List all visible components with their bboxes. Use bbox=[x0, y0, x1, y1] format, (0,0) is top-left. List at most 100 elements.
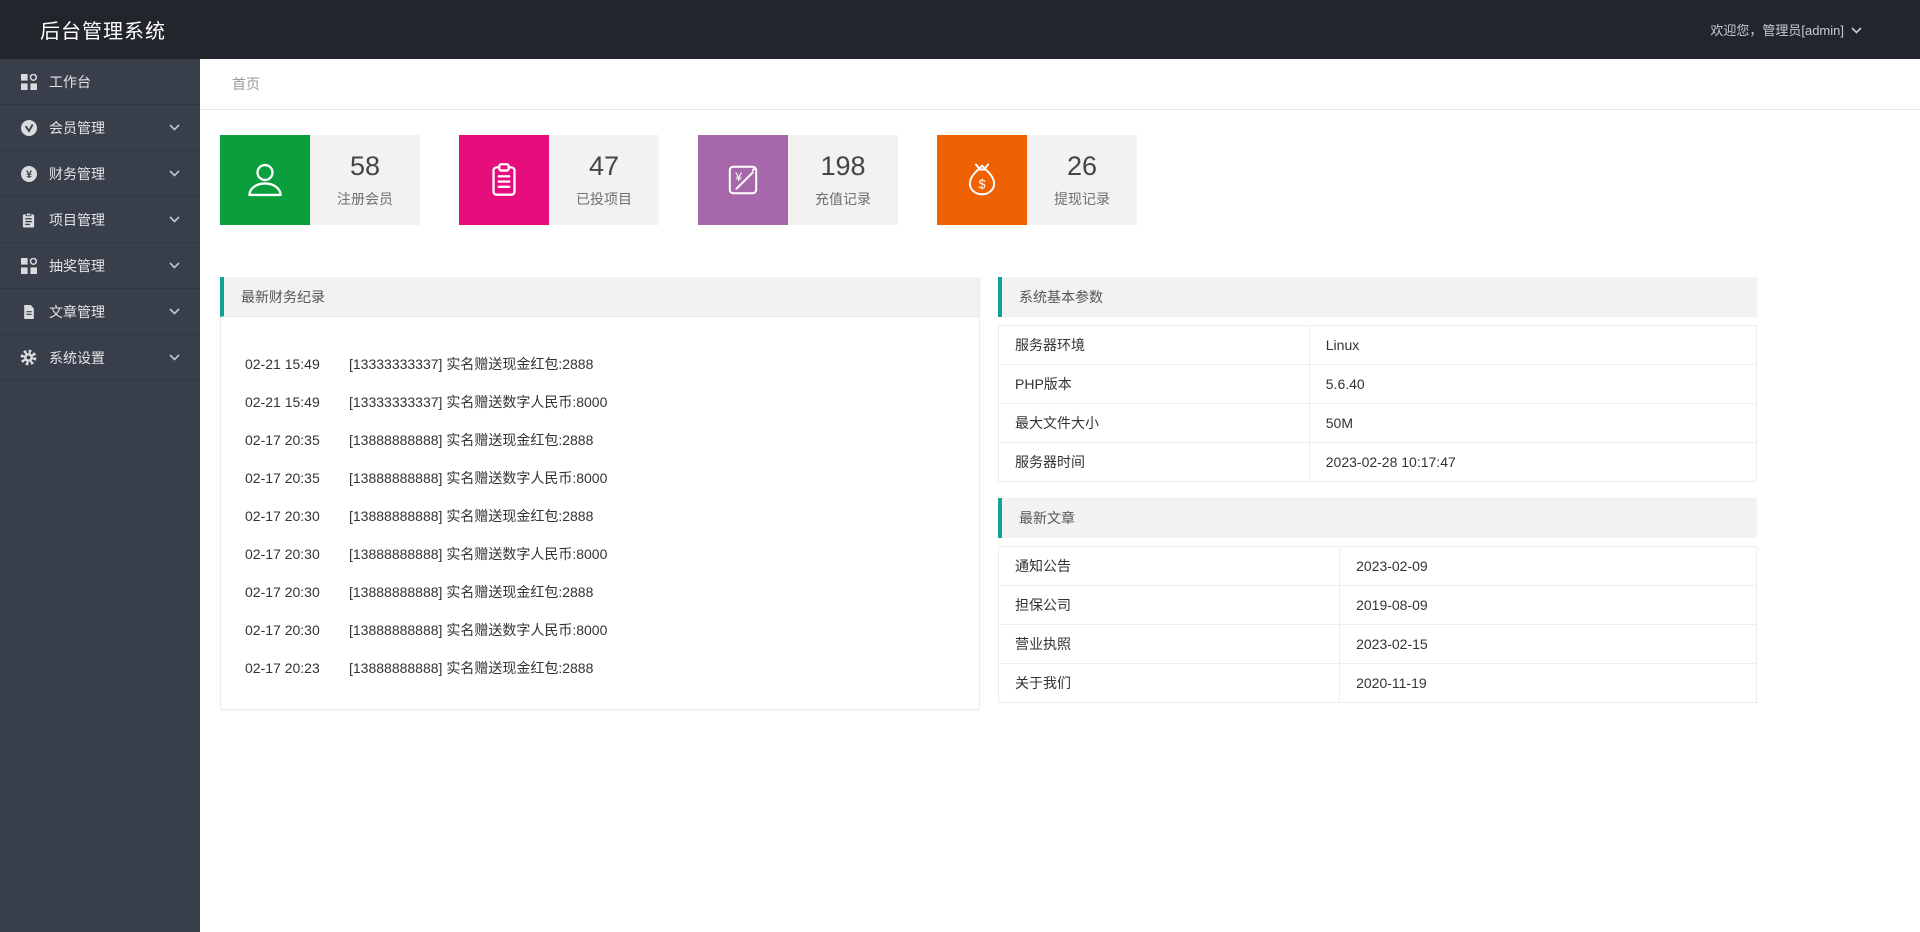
finance-record-row: 02-17 20:30 [13888888888] 实名赠送现金红包:2888 bbox=[221, 573, 979, 611]
finance-record-row: 02-17 20:30 [13888888888] 实名赠送数字人民币:8000 bbox=[221, 611, 979, 649]
record-time: 02-17 20:30 bbox=[245, 546, 320, 562]
record-time: 02-17 20:35 bbox=[245, 432, 320, 448]
top-bar: 后台管理系统 欢迎您，管理员[admin] bbox=[0, 0, 1920, 59]
main-content: 首页 58 注册会员 47 已投项目 ¥ 198 充值记录 $ 26 提现记录 … bbox=[200, 59, 1920, 932]
user-menu[interactable]: 欢迎您，管理员[admin] bbox=[1710, 20, 1920, 39]
record-text: [13888888888] 实名赠送数字人民币:8000 bbox=[349, 622, 608, 638]
panel-title: 最新财务纪录 bbox=[241, 288, 325, 305]
chevron-down-icon bbox=[169, 216, 180, 223]
stat-card-withdraw-records[interactable]: $ 26 提现记录 bbox=[937, 135, 1137, 225]
finance-record-row: 02-21 15:49 [13333333337] 实名赠送数字人民币:8000 bbox=[221, 383, 979, 421]
stat-card-recharge-records[interactable]: ¥ 198 充值记录 bbox=[698, 135, 898, 225]
user-icon bbox=[220, 135, 310, 225]
sidebar-item-members[interactable]: 会员管理 bbox=[0, 105, 200, 151]
record-time: 02-17 20:30 bbox=[245, 584, 320, 600]
stat-card-info: 58 注册会员 bbox=[310, 135, 420, 225]
param-value: Linux bbox=[1309, 325, 1757, 365]
clipboard-icon bbox=[459, 135, 549, 225]
member-check-icon bbox=[20, 119, 37, 136]
record-time: 02-17 20:23 bbox=[245, 660, 320, 676]
chevron-down-icon bbox=[1851, 22, 1862, 37]
record-time: 02-17 20:30 bbox=[245, 508, 320, 524]
system-params-header: 系统基本参数 bbox=[998, 277, 1757, 317]
record-time: 02-17 20:35 bbox=[245, 470, 320, 486]
record-text: [13888888888] 实名赠送现金红包:2888 bbox=[349, 432, 594, 448]
panel-title: 系统基本参数 bbox=[1019, 289, 1103, 305]
chevron-down-icon bbox=[169, 262, 180, 269]
finance-record-row: 02-21 15:49 [13333333337] 实名赠送现金红包:2888 bbox=[221, 345, 979, 383]
param-label: 服务器时间 bbox=[998, 442, 1310, 482]
article-title: 通知公告 bbox=[998, 546, 1341, 586]
stat-value: 58 bbox=[349, 151, 381, 181]
table-row: 关于我们 2020-11-19 bbox=[998, 663, 1757, 703]
finance-record-list: 02-21 15:49 [13333333337] 实名赠送现金红包:2888 0… bbox=[221, 317, 979, 709]
finance-record-row: 02-17 20:30 [13888888888] 实名赠送数字人民币:8000 bbox=[221, 535, 979, 573]
table-row: 最大文件大小 50M bbox=[998, 403, 1757, 443]
latest-articles-table: 通知公告 2023-02-09 担保公司 2019-08-09 营业执照 2023-0… bbox=[998, 546, 1757, 703]
stat-card-members[interactable]: 58 注册会员 bbox=[220, 135, 420, 225]
breadcrumb-home-link[interactable]: 首页 bbox=[232, 74, 260, 94]
stat-card-invested-projects[interactable]: 47 已投项目 bbox=[459, 135, 659, 225]
finance-records-panel: 最新财务纪录 02-21 15:49 [13333333337] 实名赠送现金红包… bbox=[220, 277, 980, 710]
stat-card-info: 47 已投项目 bbox=[549, 135, 659, 225]
sidebar-item-lottery[interactable]: 抽奖管理 bbox=[0, 243, 200, 289]
sidebar-item-workbench[interactable]: 工作台 bbox=[0, 59, 200, 105]
param-label: 服务器环境 bbox=[998, 325, 1310, 365]
grid-icon bbox=[20, 257, 37, 274]
app-title: 后台管理系统 bbox=[40, 21, 166, 43]
svg-text:$: $ bbox=[978, 177, 985, 191]
stat-card-info: 198 充值记录 bbox=[788, 135, 898, 225]
table-row: PHP版本 5.6.40 bbox=[998, 364, 1757, 404]
record-text: [13888888888] 实名赠送现金红包:2888 bbox=[349, 660, 594, 676]
record-text: [13888888888] 实名赠送现金红包:2888 bbox=[349, 508, 594, 524]
article-date: 2023-02-15 bbox=[1339, 624, 1757, 664]
sidebar: 工作台 会员管理 ¥ 财务管理 项目管理 抽奖管理 文章管理 系统设置 bbox=[0, 59, 200, 932]
finance-record-row: 02-17 20:35 [13888888888] 实名赠送数字人民币:8000 bbox=[221, 459, 979, 497]
table-row: 服务器时间 2023-02-28 10:17:47 bbox=[998, 442, 1757, 482]
sidebar-item-settings[interactable]: 系统设置 bbox=[0, 335, 200, 381]
right-column: 系统基本参数 服务器环境 Linux PHP版本 5.6.40 最大文件大小 50M … bbox=[998, 277, 1757, 710]
sidebar-item-label: 工作台 bbox=[49, 73, 91, 90]
sidebar-item-label: 财务管理 bbox=[49, 165, 105, 182]
param-value: 5.6.40 bbox=[1309, 364, 1757, 404]
sidebar-item-finance[interactable]: ¥ 财务管理 bbox=[0, 151, 200, 197]
finance-record-row: 02-17 20:30 [13888888888] 实名赠送现金红包:2888 bbox=[221, 497, 979, 535]
stat-value: 26 bbox=[1066, 151, 1098, 181]
stat-value: 47 bbox=[588, 151, 620, 181]
param-value: 2023-02-28 10:17:47 bbox=[1309, 442, 1757, 482]
yuan-circle-icon: ¥ bbox=[20, 165, 37, 182]
chevron-down-icon bbox=[169, 170, 180, 177]
sidebar-item-label: 项目管理 bbox=[49, 211, 105, 228]
param-label: PHP版本 bbox=[998, 364, 1310, 404]
article-date: 2023-02-09 bbox=[1339, 546, 1757, 586]
stat-label: 提现记录 bbox=[1054, 191, 1110, 207]
sidebar-item-articles[interactable]: 文章管理 bbox=[0, 289, 200, 335]
record-text: [13888888888] 实名赠送数字人民币:8000 bbox=[349, 470, 608, 486]
article-title: 担保公司 bbox=[998, 585, 1341, 625]
table-row: 担保公司 2019-08-09 bbox=[998, 585, 1757, 625]
grid-icon bbox=[20, 73, 37, 90]
record-text: [13888888888] 实名赠送现金红包:2888 bbox=[349, 584, 594, 600]
document-icon bbox=[20, 303, 37, 320]
finance-record-row: 02-17 20:35 [13888888888] 实名赠送现金红包:2888 bbox=[221, 421, 979, 459]
chevron-down-icon bbox=[169, 124, 180, 131]
record-time: 02-17 20:30 bbox=[245, 622, 320, 638]
recharge-card-icon: ¥ bbox=[698, 135, 788, 225]
table-row: 营业执照 2023-02-15 bbox=[998, 624, 1757, 664]
record-text: [13333333337] 实名赠送数字人民币:8000 bbox=[349, 394, 608, 410]
chevron-down-icon bbox=[169, 354, 180, 361]
stat-card-info: 26 提现记录 bbox=[1027, 135, 1137, 225]
param-value: 50M bbox=[1309, 403, 1757, 443]
latest-articles-header: 最新文章 bbox=[998, 498, 1757, 538]
article-title: 关于我们 bbox=[998, 663, 1341, 703]
record-text: [13333333337] 实名赠送现金红包:2888 bbox=[349, 356, 594, 372]
welcome-text: 欢迎您，管理员[admin] bbox=[1710, 23, 1844, 38]
money-bag-icon: $ bbox=[937, 135, 1027, 225]
record-time: 02-21 15:49 bbox=[245, 394, 320, 410]
table-row: 服务器环境 Linux bbox=[998, 325, 1757, 365]
sidebar-item-projects[interactable]: 项目管理 bbox=[0, 197, 200, 243]
sidebar-item-label: 会员管理 bbox=[49, 119, 105, 136]
article-date: 2020-11-19 bbox=[1339, 663, 1757, 703]
panel-title: 最新文章 bbox=[1019, 510, 1075, 526]
stat-label: 充值记录 bbox=[815, 191, 871, 207]
